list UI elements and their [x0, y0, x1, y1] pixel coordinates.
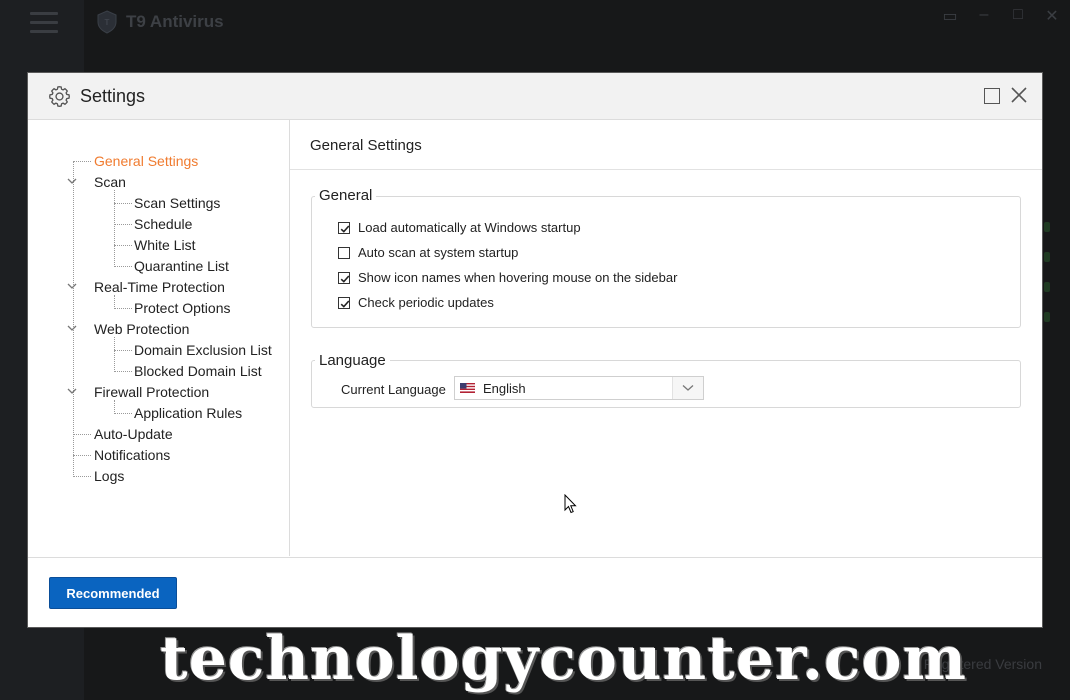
- tree-connector: [114, 308, 132, 309]
- chevron-down-icon[interactable]: [67, 325, 77, 332]
- chevron-down-icon[interactable]: [67, 283, 77, 290]
- section-title: General Settings: [310, 137, 422, 154]
- gear-icon: [49, 86, 70, 107]
- status-indicator: [1044, 222, 1050, 232]
- option-auto-scan-startup[interactable]: Auto scan at system startup: [338, 245, 518, 260]
- tree-item-protect-options[interactable]: Protect Options: [134, 299, 231, 317]
- tree-connector: [114, 224, 132, 225]
- maximize-button[interactable]: [984, 88, 1000, 104]
- hamburger-menu-icon: [30, 12, 58, 33]
- tree-connector: [114, 350, 132, 351]
- current-language-label: Current Language: [341, 382, 446, 397]
- tree-connector: [114, 295, 115, 309]
- tree-item-application-rules[interactable]: Application Rules: [134, 404, 242, 422]
- tree-item-logs[interactable]: Logs: [94, 467, 124, 485]
- tree-item-quarantine-list[interactable]: Quarantine List: [134, 257, 229, 275]
- us-flag-icon: [460, 383, 475, 393]
- option-show-icon-names[interactable]: Show icon names when hovering mouse on t…: [338, 270, 677, 285]
- close-icon: ✕: [1045, 8, 1059, 25]
- tree-item-blocked-domain-list[interactable]: Blocked Domain List: [134, 362, 262, 380]
- recommended-button[interactable]: Recommended: [49, 577, 177, 609]
- tree-item-auto-update[interactable]: Auto-Update: [94, 425, 173, 443]
- tree-connector: [114, 371, 132, 372]
- option-load-at-startup[interactable]: Load automatically at Windows startup: [338, 220, 581, 235]
- tree-connector: [114, 413, 132, 414]
- settings-dialog: Settings General Settings Scan Scan Sett…: [28, 73, 1042, 627]
- checkbox-checked[interactable]: [338, 296, 350, 309]
- svg-text:T: T: [105, 18, 110, 27]
- settings-content: General Settings General Load automatica…: [290, 120, 1042, 556]
- tree-connector: [73, 455, 91, 456]
- tree-item-notifications[interactable]: Notifications: [94, 446, 170, 464]
- tree-connector: [73, 476, 91, 477]
- tree-item-schedule[interactable]: Schedule: [134, 215, 192, 233]
- background-window-controls: ▭ – □ ✕: [942, 6, 1060, 26]
- tree-item-general-settings[interactable]: General Settings: [94, 152, 198, 170]
- chevron-down-icon[interactable]: [67, 388, 77, 395]
- account-icon: ▭: [942, 8, 958, 25]
- chevron-down-icon: [682, 385, 694, 391]
- language-group-legend: Language: [315, 352, 390, 369]
- divider: [290, 169, 1042, 170]
- background-app-title-text: T9 Antivirus: [126, 12, 224, 31]
- tree-connector: [73, 161, 91, 162]
- settings-tree: General Settings Scan Scan Settings Sche…: [28, 120, 290, 556]
- checkbox-checked[interactable]: [338, 271, 350, 284]
- tree-connector: [114, 400, 115, 414]
- status-indicator: [1044, 282, 1050, 292]
- language-select[interactable]: English: [454, 376, 704, 400]
- shield-logo-icon: T: [97, 10, 117, 34]
- background-app-title: T T9 Antivirus: [96, 8, 224, 36]
- option-label: Auto scan at system startup: [358, 245, 519, 260]
- dialog-header: Settings: [28, 73, 1042, 120]
- tree-item-white-list[interactable]: White List: [134, 236, 195, 254]
- dialog-title: Settings: [80, 86, 146, 106]
- mouse-cursor-icon: [564, 494, 577, 514]
- checkbox-unchecked[interactable]: [338, 246, 350, 259]
- option-label: Show icon names when hovering mouse on t…: [358, 270, 678, 285]
- tree-item-scan[interactable]: Scan: [94, 173, 126, 191]
- minimize-icon: –: [979, 6, 989, 23]
- tree-item-web-protection[interactable]: Web Protection: [94, 320, 189, 338]
- tree-connector: [73, 434, 91, 435]
- tree-connector: [114, 337, 115, 372]
- status-indicator: [1044, 312, 1050, 322]
- tree-connector: [73, 161, 74, 477]
- dialog-footer: Recommended: [28, 557, 1042, 628]
- watermark-text: technologycounter.com: [160, 624, 968, 694]
- general-group-legend: General: [315, 187, 377, 204]
- tree-item-scan-settings[interactable]: Scan Settings: [134, 194, 220, 212]
- tree-item-firewall-protection[interactable]: Firewall Protection: [94, 383, 209, 401]
- tree-item-real-time-protection[interactable]: Real-Time Protection: [94, 278, 225, 296]
- status-indicator: [1044, 252, 1050, 262]
- restore-icon: □: [1013, 6, 1023, 23]
- tree-item-domain-exclusion-list[interactable]: Domain Exclusion List: [134, 341, 272, 359]
- selected-language: English: [483, 380, 526, 396]
- chevron-down-icon[interactable]: [67, 178, 77, 185]
- tree-connector: [114, 245, 132, 246]
- option-check-periodic-updates[interactable]: Check periodic updates: [338, 295, 494, 310]
- tree-connector: [114, 190, 115, 267]
- tree-connector: [114, 203, 132, 204]
- option-label: Check periodic updates: [358, 295, 494, 310]
- option-label: Load automatically at Windows startup: [358, 220, 581, 235]
- checkbox-checked[interactable]: [338, 221, 350, 234]
- close-button[interactable]: [1010, 86, 1028, 104]
- dropdown-arrow[interactable]: [672, 377, 703, 399]
- tree-connector: [114, 266, 132, 267]
